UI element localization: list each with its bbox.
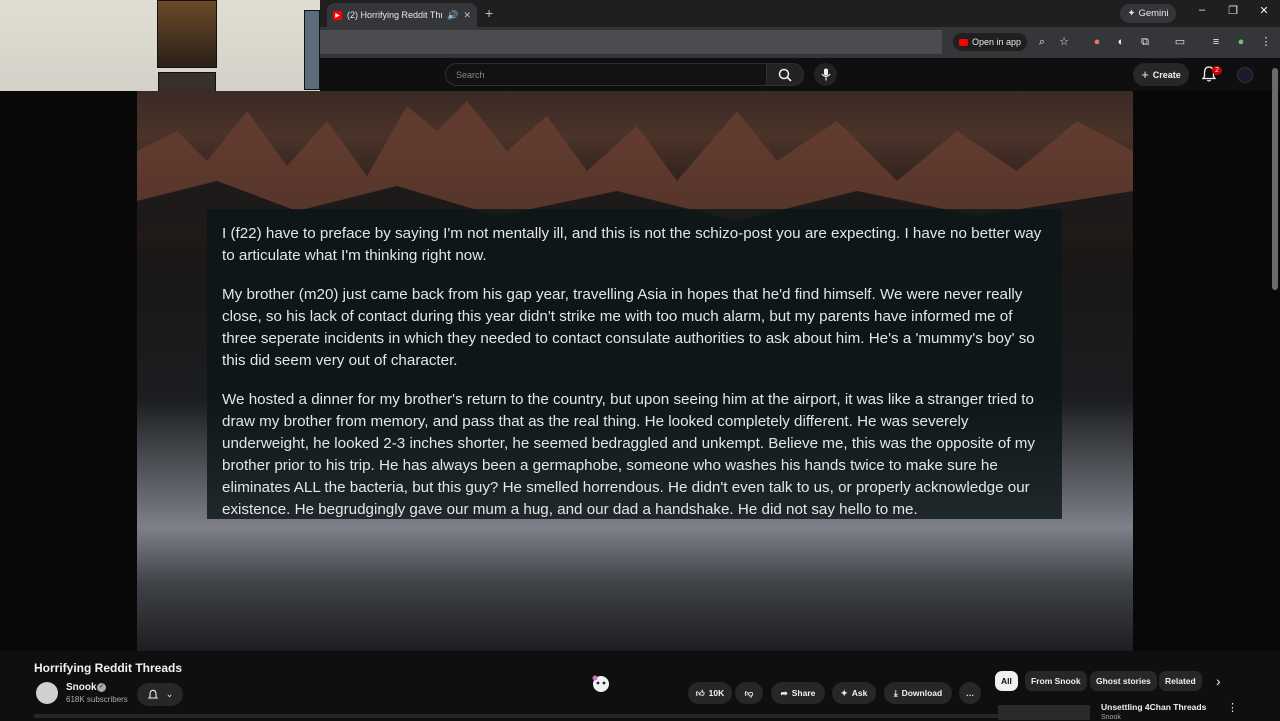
story-paragraph: My brother (m20) just came back from his… xyxy=(222,286,1035,369)
watch-metadata: Horrifying Reddit Threads Snook ✓ 618K s… xyxy=(0,651,1280,721)
open-in-app-label: Open in app xyxy=(971,37,1022,47)
download-label: Download xyxy=(901,688,943,698)
dislike-button[interactable]: 👎︎ xyxy=(735,682,763,704)
voice-search-button[interactable] xyxy=(814,63,837,86)
restore-button[interactable]: ❐ xyxy=(1225,4,1241,17)
verified-check-icon: ✓ xyxy=(97,683,106,692)
audio-icon[interactable]: 🔊 xyxy=(447,10,458,21)
profile-avatar-icon[interactable]: ● xyxy=(1233,34,1249,50)
video-title: Horrifying Reddit Threads xyxy=(34,661,183,675)
thumbs-up-icon: 👍︎ xyxy=(695,687,705,698)
create-label: Create xyxy=(1152,69,1181,80)
extension-icon[interactable]: ● xyxy=(1089,34,1105,50)
share-button[interactable]: ➦ Share xyxy=(771,682,825,704)
notification-badge: 2 xyxy=(1212,66,1222,75)
new-tab-button[interactable]: + xyxy=(485,6,493,20)
share-icon: ➦ xyxy=(780,687,788,698)
search-button[interactable] xyxy=(766,63,804,86)
thumbs-down-icon: 👎︎ xyxy=(744,687,754,698)
extension-icon[interactable]: ◐ xyxy=(1113,34,1129,50)
recommended-menu-icon[interactable]: ⋮ xyxy=(1227,701,1238,714)
download-icon: ⤓ xyxy=(893,687,898,698)
browser-toolbar: Open in app ⌕ ☆ ● ◐ ⧉ ▭ ≡ ● ⋮ xyxy=(320,27,1280,58)
account-avatar[interactable] xyxy=(1237,67,1253,83)
story-paragraph: We hosted a dinner for my brother's retu… xyxy=(222,391,1036,518)
youtube-favicon-icon: ▶ xyxy=(333,10,342,20)
channel-name[interactable]: Snook xyxy=(66,682,97,693)
create-button[interactable]: + Create xyxy=(1133,63,1189,86)
story-paragraph: I (f22) have to preface by saying I'm no… xyxy=(222,225,1042,264)
video-progress-track[interactable] xyxy=(34,714,1002,718)
bookmark-star-icon[interactable]: ☆ xyxy=(1056,34,1072,50)
browser-menu-icon[interactable]: ⋮ xyxy=(1258,34,1274,50)
search-icon xyxy=(778,68,792,82)
bell-icon xyxy=(147,689,158,699)
search-input[interactable]: Search xyxy=(445,63,767,86)
tab-title: (2) Horrifying Reddit Threads xyxy=(347,10,443,20)
cast-icon[interactable]: ▭ xyxy=(1172,34,1188,50)
chip-all[interactable]: All xyxy=(995,671,1018,691)
youtube-masthead: Search + Create 2 xyxy=(320,58,1280,91)
reading-list-icon[interactable]: ≡ xyxy=(1208,34,1224,50)
channel-avatar[interactable] xyxy=(36,682,58,704)
sparkle-icon: ✦ xyxy=(1127,8,1136,19)
browser-tab-strip: ▶ (2) Horrifying Reddit Threads 🔊 ✕ + ✦ … xyxy=(320,0,1280,27)
chevron-down-icon: ⌄ xyxy=(165,689,174,699)
recommended-thumbnail[interactable] xyxy=(998,705,1090,720)
video-player[interactable]: I (f22) have to preface by saying I'm no… xyxy=(0,91,1280,651)
subscriber-count: 618K subscribers xyxy=(66,695,128,704)
zoom-icon[interactable]: ⌕ xyxy=(1034,34,1050,50)
close-window-button[interactable]: ✕ xyxy=(1256,4,1272,17)
sparkle-icon: ✦ xyxy=(840,687,848,698)
subscribed-notifications-button[interactable]: ⌄ xyxy=(137,683,183,706)
wall-poster xyxy=(304,10,320,90)
like-count: 10K xyxy=(708,688,725,698)
video-letterbox-left xyxy=(0,91,137,651)
address-bar[interactable] xyxy=(320,30,942,54)
minimize-button[interactable]: – xyxy=(1194,4,1210,16)
microphone-icon xyxy=(821,68,830,81)
gemini-button[interactable]: ✦ Gemini xyxy=(1120,4,1176,23)
tab-close-icon[interactable]: ✕ xyxy=(463,10,471,21)
browser-tab[interactable]: ▶ (2) Horrifying Reddit Threads 🔊 ✕ xyxy=(327,3,477,27)
mascot-icon xyxy=(592,675,609,692)
share-label: Share xyxy=(791,688,816,698)
like-button[interactable]: 👍︎ 10K xyxy=(688,682,732,704)
recommended-title[interactable]: Unsettling 4Chan Threads xyxy=(1101,702,1206,712)
gemini-label: Gemini xyxy=(1138,8,1169,19)
download-button[interactable]: ⤓ Download xyxy=(884,682,952,704)
video-letterbox-right xyxy=(1133,91,1280,651)
chip-ghost-stories[interactable]: Ghost stories xyxy=(1090,671,1157,691)
more-actions-button[interactable]: … xyxy=(959,682,981,704)
extensions-puzzle-icon[interactable]: ⧉ xyxy=(1137,34,1153,50)
ask-button[interactable]: ✦ Ask xyxy=(832,682,876,704)
wall-poster xyxy=(157,0,217,68)
chevron-right-icon[interactable]: › xyxy=(1216,673,1221,689)
page-scrollbar[interactable] xyxy=(1272,68,1278,290)
plus-icon: + xyxy=(1141,67,1149,82)
open-in-app-button[interactable]: Open in app xyxy=(953,33,1027,51)
youtube-icon xyxy=(958,38,968,46)
chip-related[interactable]: Related xyxy=(1159,671,1202,691)
chip-from-snook[interactable]: From Snook xyxy=(1025,671,1087,691)
ask-label: Ask xyxy=(851,688,868,698)
